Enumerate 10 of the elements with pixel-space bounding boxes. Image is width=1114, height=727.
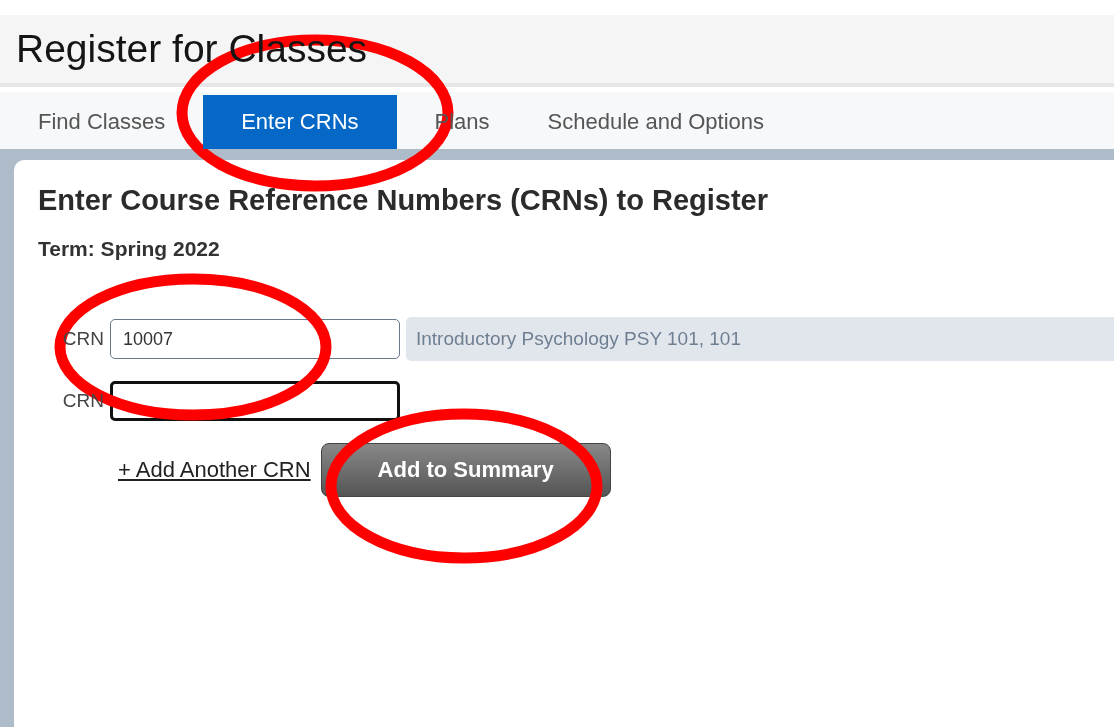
tab[interactable]: Enter CRNs [203, 95, 397, 149]
tab[interactable]: Schedule and Options [527, 95, 785, 149]
crn-input-field[interactable]: 10007 [110, 319, 400, 359]
tab[interactable]: Find Classes [18, 95, 186, 149]
crn-label: CRN [61, 390, 104, 412]
term-label: Term: Spring 2022 [38, 237, 221, 261]
course-description: Introductory Psychology PSY 101, 101 [406, 317, 1114, 361]
panel-heading: Enter Course Reference Numbers (CRNs) to Register [38, 184, 769, 217]
add-to-summary-button[interactable]: Add to Summary [320, 443, 611, 497]
add-crn-link[interactable]: + Add Another CRN [118, 457, 311, 483]
